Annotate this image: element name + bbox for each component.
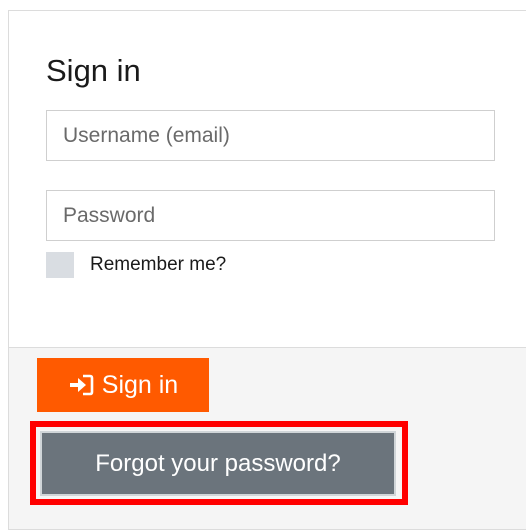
forgot-password-button[interactable]: Forgot your password? [40, 431, 396, 496]
sign-in-icon [68, 374, 94, 396]
remember-me-checkbox[interactable] [46, 252, 74, 278]
sign-in-button-label: Sign in [101, 370, 179, 399]
remember-me-label: Remember me? [90, 254, 227, 275]
username-input[interactable] [46, 110, 495, 161]
password-input[interactable] [46, 190, 495, 241]
remember-me-row: Remember me? [46, 252, 226, 278]
forgot-password-label: Forgot your password? [95, 449, 341, 477]
page-title: Sign in [46, 53, 141, 88]
sign-in-button[interactable]: Sign in [37, 358, 209, 412]
signin-panel-body: Sign in Remember me? [9, 11, 526, 347]
